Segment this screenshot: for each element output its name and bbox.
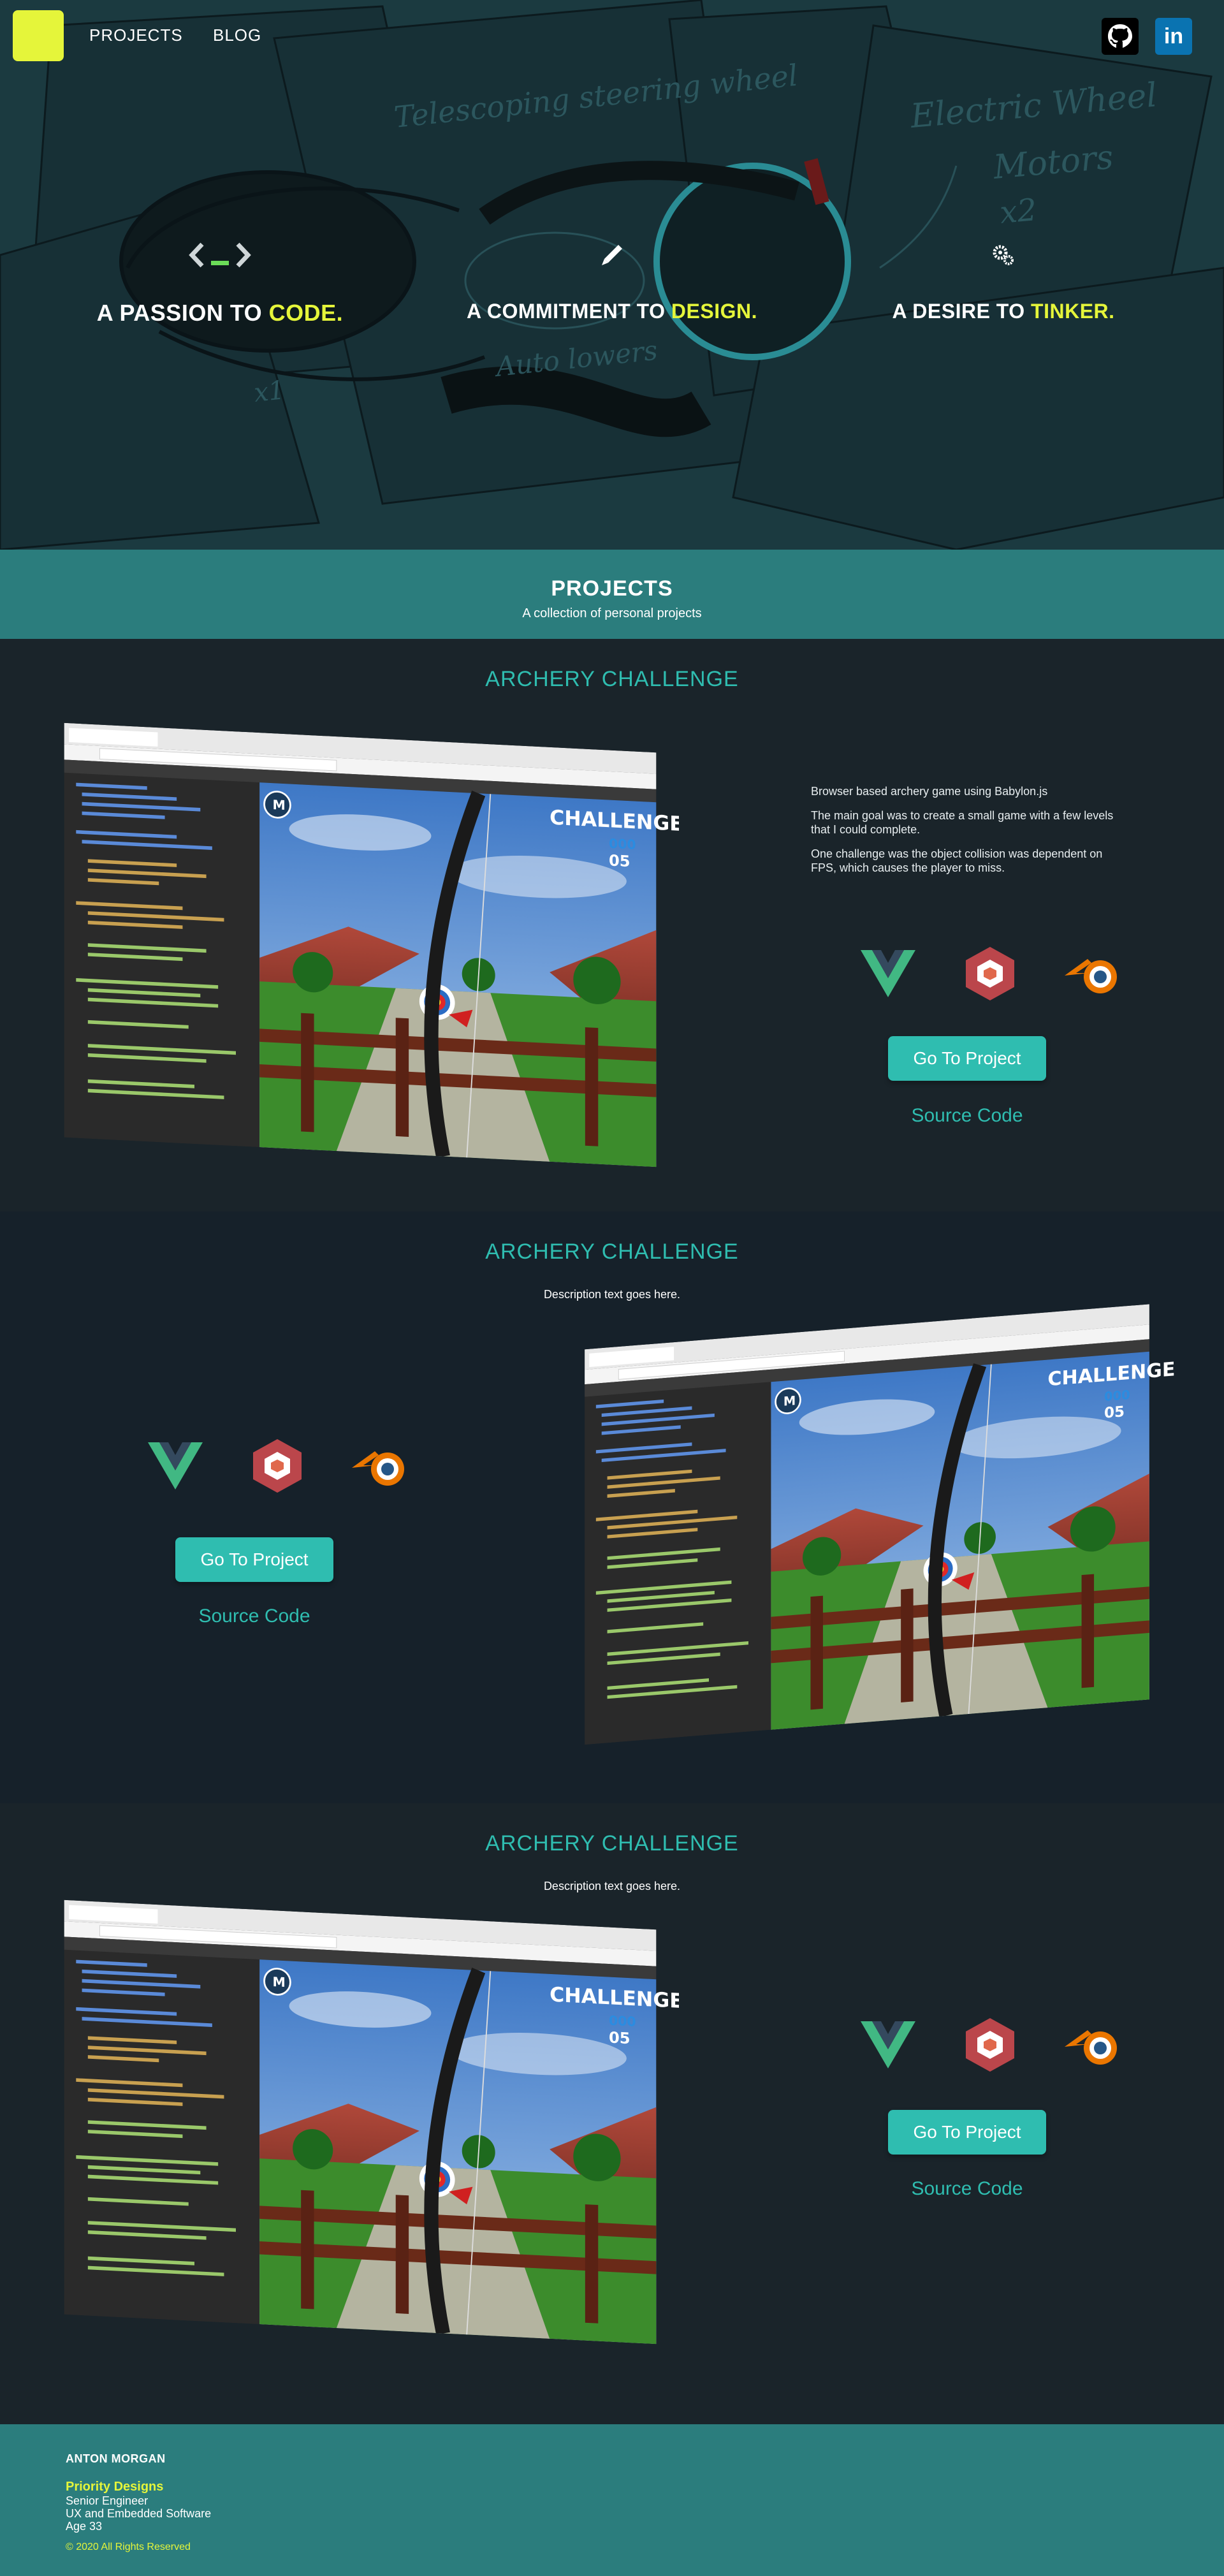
pillar-design-highlight: DESIGN.: [671, 300, 757, 323]
project-description: Description text goes here.: [543, 1288, 681, 1301]
gears-icon: [825, 236, 1182, 274]
project-screenshot: [548, 1301, 1186, 1760]
footer-name: ANTON MORGAN: [66, 2452, 166, 2465]
go-to-project-button[interactable]: Go To Project: [888, 2110, 1046, 2155]
project-section-2: ARCHERY CHALLENGE Description text goes …: [0, 1211, 1224, 1803]
footer-role: Senior Engineer: [66, 2494, 149, 2507]
project-screenshot: [38, 722, 682, 1181]
vue-icon: [147, 1437, 204, 1495]
projects-band: PROJECTS A collection of personal projec…: [0, 550, 1224, 639]
project-screenshot: [38, 1899, 682, 2358]
svg-text:x1: x1: [252, 376, 286, 408]
projects-band-subtitle: A collection of personal projects: [522, 606, 702, 620]
babylonjs-icon: [961, 2016, 1019, 2074]
source-code-link[interactable]: Source Code: [888, 2178, 1046, 2200]
pencil-icon: [433, 236, 790, 274]
projects-band-title: PROJECTS: [551, 576, 673, 601]
go-to-project-button[interactable]: Go To Project: [175, 1537, 333, 1582]
source-code-link[interactable]: Source Code: [888, 1105, 1046, 1127]
vue-icon: [859, 2016, 917, 2074]
project-title: ARCHERY CHALLENGE: [485, 667, 739, 691]
footer-age: Age 33: [66, 2520, 103, 2533]
pillar-tinker-highlight: TINKER.: [1031, 300, 1115, 323]
pillar-design: A COMMITMENT TO DESIGN.: [433, 236, 790, 323]
pillar-tinker: A DESIRE TO TINKER.: [825, 236, 1182, 323]
pillar-tinker-prefix: A DESIRE TO: [892, 300, 1031, 323]
description-line: Browser based archery game using Babylon…: [811, 785, 1048, 798]
code-icon: [41, 236, 398, 274]
tech-stack: [147, 1437, 408, 1495]
description-line: The main goal was to create a small game…: [811, 809, 1114, 836]
project-title: ARCHERY CHALLENGE: [485, 1240, 739, 1264]
babylonjs-icon: [961, 945, 1019, 1002]
project-description: Browser based archery game using Babylon…: [811, 784, 1130, 885]
tech-stack: [859, 2016, 1121, 2074]
svg-text:x2: x2: [998, 192, 1038, 231]
footer-focus: UX and Embedded Software: [66, 2507, 212, 2520]
vue-icon: [859, 945, 917, 1002]
footer-company: Priority Designs: [66, 2480, 164, 2494]
blender-icon: [1063, 2016, 1121, 2074]
github-link[interactable]: [1102, 18, 1139, 55]
blender-icon: [1063, 945, 1121, 1002]
github-icon: [1108, 24, 1132, 48]
babylonjs-icon: [249, 1437, 306, 1495]
top-nav: PROJECTS BLOG in: [0, 0, 1224, 70]
footer-copyright: © 2020 All Rights Reserved: [66, 2542, 191, 2552]
hero-section: Telescoping steering wheel Electric Whee…: [0, 0, 1224, 550]
site-footer: ANTON MORGAN Priority Designs Senior Eng…: [0, 2424, 1224, 2576]
go-to-project-button[interactable]: Go To Project: [888, 1036, 1046, 1081]
pillar-design-prefix: A COMMITMENT TO: [467, 300, 671, 323]
project-description: Description text goes here.: [543, 1880, 681, 1892]
site-logo[interactable]: [13, 10, 64, 61]
nav-projects-link[interactable]: PROJECTS: [89, 26, 183, 45]
project-section-3: ARCHERY CHALLENGE Description text goes …: [0, 1803, 1224, 2424]
blender-icon: [351, 1437, 408, 1495]
pillar-code: A PASSION TO CODE.: [41, 236, 398, 326]
nav-blog-link[interactable]: BLOG: [213, 26, 261, 45]
pillar-code-highlight: CODE.: [268, 300, 344, 326]
linkedin-icon: in: [1163, 24, 1184, 48]
pillar-code-prefix: A PASSION TO: [96, 300, 269, 326]
description-line: One challenge was the object collision w…: [811, 847, 1103, 874]
linkedin-link[interactable]: in: [1155, 18, 1192, 55]
source-code-link[interactable]: Source Code: [175, 1606, 333, 1627]
tech-stack: [859, 945, 1121, 1002]
project-section-1: ARCHERY CHALLENGE Browser based archery …: [0, 639, 1224, 1211]
project-title: ARCHERY CHALLENGE: [485, 1831, 739, 1855]
